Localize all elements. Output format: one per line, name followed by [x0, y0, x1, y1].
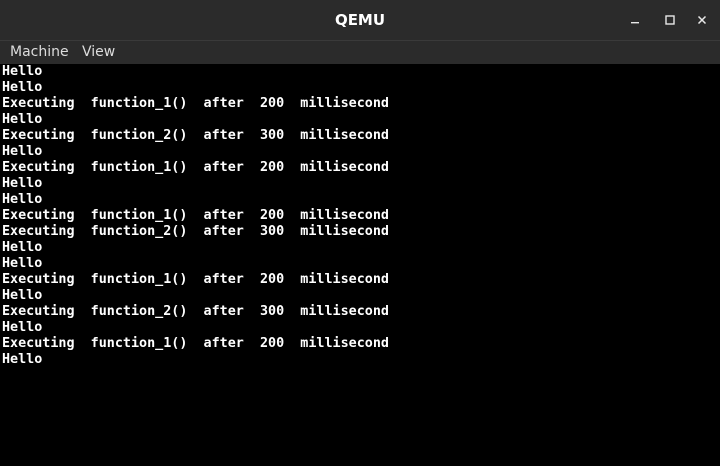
minimize-icon: [631, 22, 639, 24]
console-line: Executing function_1() after 200 millise…: [2, 336, 389, 351]
console-line: Executing function_1() after 200 millise…: [2, 96, 389, 111]
maximize-button[interactable]: [660, 10, 680, 30]
console-line: Executing function_1() after 200 millise…: [2, 160, 389, 175]
console-line: Hello: [2, 112, 43, 127]
menu-view[interactable]: View: [82, 41, 115, 65]
qemu-window: QEMU Machine View Hello Hello Executing fu…: [0, 0, 720, 466]
console-line: Hello: [2, 80, 43, 95]
console-line: Executing function_2() after 300 millise…: [2, 128, 389, 143]
window-title: QEMU: [334, 11, 386, 29]
maximize-icon: [665, 15, 675, 25]
minimize-button[interactable]: [625, 10, 645, 30]
menu-bar: Machine View: [0, 40, 720, 64]
console-line: Hello: [2, 320, 43, 335]
console-line: Hello: [2, 64, 43, 79]
close-icon: [697, 15, 707, 25]
console-line: Executing function_1() after 200 millise…: [2, 272, 389, 287]
close-button[interactable]: [692, 10, 712, 30]
console-line: Hello: [2, 144, 43, 159]
console-display[interactable]: Hello Hello Executing function_1() after 2…: [0, 64, 720, 466]
console-line: Hello: [2, 192, 43, 207]
console-line: Executing function_2() after 300 millise…: [2, 224, 389, 239]
console-line: Executing function_1() after 200 millise…: [2, 208, 389, 223]
console-line: Hello: [2, 352, 43, 367]
console-output: Hello Hello Executing function_1() after 2…: [2, 64, 389, 368]
console-line: Hello: [2, 288, 43, 303]
console-line: Hello: [2, 176, 43, 191]
console-line: Hello: [2, 256, 43, 271]
console-line: Executing function_2() after 300 millise…: [2, 304, 389, 319]
title-bar[interactable]: QEMU: [0, 0, 720, 40]
menu-machine[interactable]: Machine: [10, 41, 69, 65]
console-line: Hello: [2, 240, 43, 255]
